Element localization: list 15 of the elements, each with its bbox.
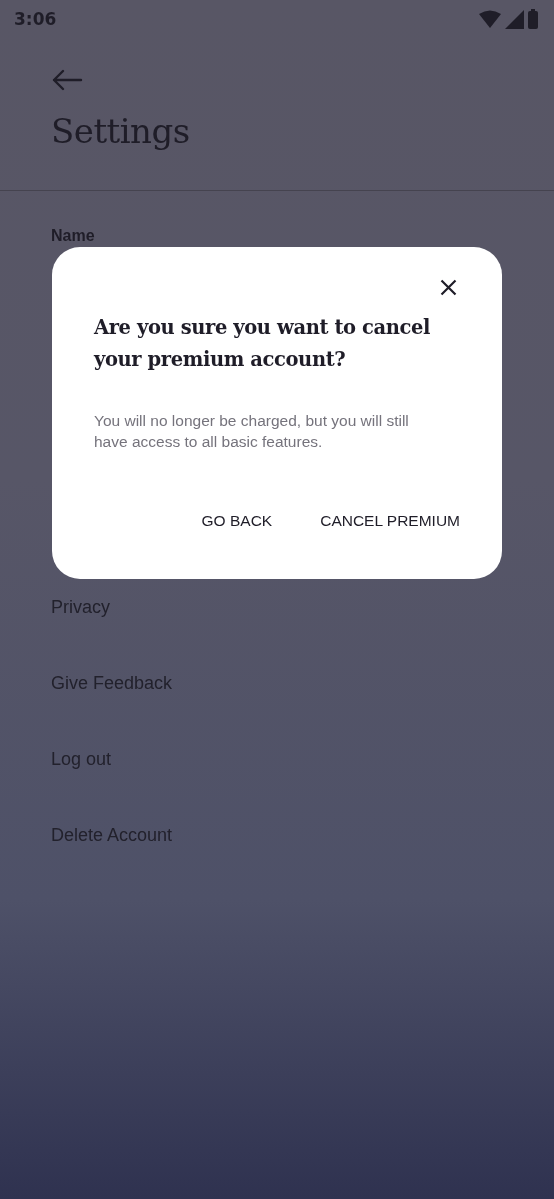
settings-link[interactable]: Give Feedback xyxy=(51,673,173,749)
status-time: 3:06 xyxy=(14,9,57,29)
field-label: Name xyxy=(51,227,95,245)
battery-icon xyxy=(528,9,538,29)
page-title: Settings xyxy=(51,111,191,151)
dialog-title: Are you sure you want to cancel your premium account? xyxy=(94,315,431,373)
close-icon[interactable] xyxy=(440,279,457,296)
settings-link[interactable]: Delete Account xyxy=(51,825,173,901)
settings-link[interactable]: Log out xyxy=(51,749,112,825)
wifi-icon xyxy=(479,10,501,28)
dialog-message: You will no longer be charged, but you will still have access to all basic features. xyxy=(94,411,410,452)
dialog-button[interactable]: GO BACK xyxy=(191,504,283,538)
settings-link[interactable]: Privacy xyxy=(51,597,110,673)
dialog-button[interactable]: CANCEL PREMIUM xyxy=(310,504,470,538)
signal-icon xyxy=(505,9,524,29)
